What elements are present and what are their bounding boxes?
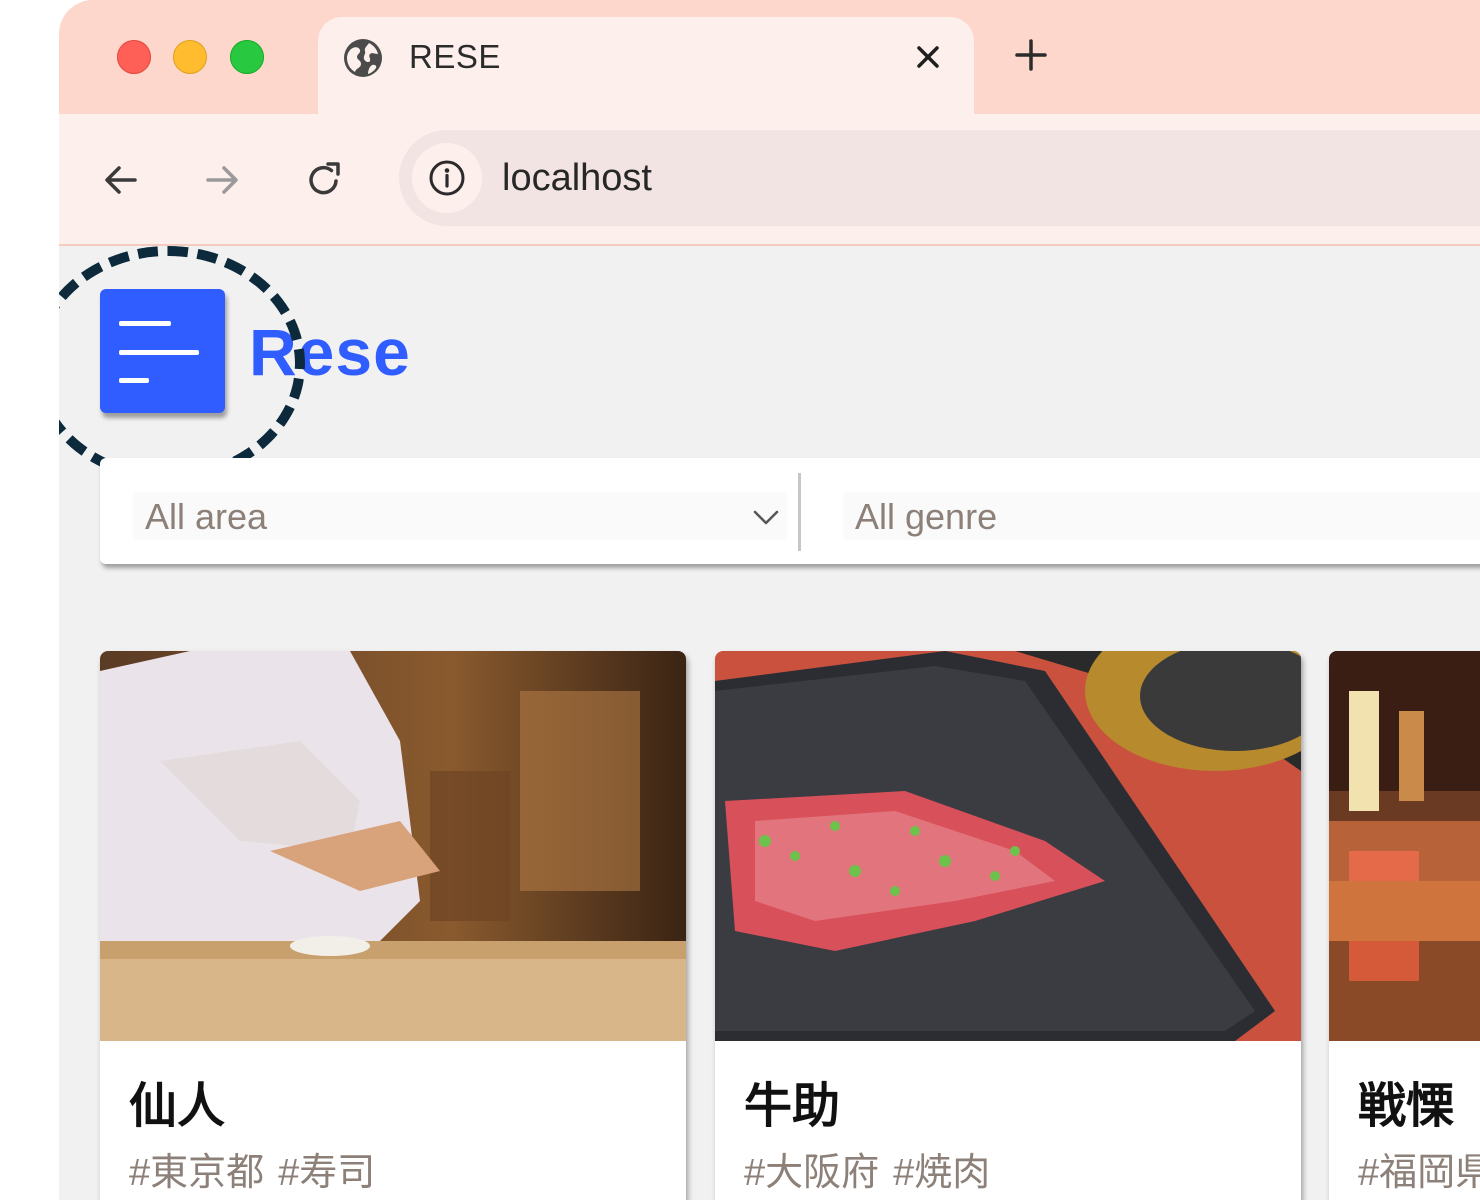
globe-icon — [344, 39, 382, 77]
tab-strip: RESE — [59, 0, 1480, 114]
menu-icon — [119, 321, 171, 326]
area-tag[interactable]: #大阪府 — [744, 1152, 879, 1194]
shop-image — [715, 651, 1301, 1041]
shop-card[interactable]: 戦慄 #福岡県 — [1329, 651, 1480, 1200]
area-select[interactable]: All area — [133, 492, 787, 540]
info-icon — [429, 160, 465, 196]
plus-icon[interactable] — [1014, 38, 1048, 72]
shop-name: 仙人 — [129, 1080, 226, 1133]
minimize-window-button[interactable] — [173, 40, 207, 74]
shop-image — [100, 651, 686, 1041]
back-arrow-icon[interactable] — [101, 160, 141, 200]
shop-image — [1329, 651, 1480, 1041]
filter-divider — [798, 473, 801, 551]
shop-tags: #福岡県 — [1358, 1151, 1480, 1195]
shop-card[interactable]: 仙人 #東京都 #寿司 — [100, 651, 686, 1200]
search-filter-bar: All area All genre — [100, 458, 1480, 564]
shop-card[interactable]: 牛助 #大阪府 #焼肉 — [715, 651, 1301, 1200]
app-logo-text[interactable]: Rese — [249, 312, 411, 392]
browser-tab[interactable]: RESE — [318, 17, 974, 114]
genre-select[interactable]: All genre — [843, 492, 1480, 540]
area-tag[interactable]: #東京都 — [129, 1152, 264, 1194]
shop-tags: #大阪府 #焼肉 — [744, 1151, 990, 1195]
maximize-window-button[interactable] — [230, 40, 264, 74]
close-icon[interactable] — [912, 41, 944, 73]
site-info-button[interactable] — [412, 143, 482, 213]
shop-tags: #東京都 #寿司 — [129, 1151, 375, 1195]
tab-title: RESE — [409, 38, 501, 75]
url-text: localhost — [502, 157, 652, 199]
area-select-value: All area — [145, 496, 268, 537]
shop-name: 戦慄 — [1358, 1080, 1455, 1133]
genre-tag[interactable]: #焼肉 — [893, 1152, 990, 1194]
browser-window: RESE localhost Rese All area All genre 仙… — [59, 0, 1480, 1200]
address-bar[interactable]: localhost — [399, 130, 1480, 226]
chevron-down-icon — [753, 510, 779, 525]
area-tag[interactable]: #福岡県 — [1358, 1152, 1480, 1194]
shop-name: 牛助 — [744, 1080, 841, 1133]
reload-icon[interactable] — [304, 160, 344, 200]
close-window-button[interactable] — [117, 40, 151, 74]
browser-toolbar: localhost — [59, 114, 1480, 246]
forward-arrow-icon[interactable] — [202, 160, 242, 200]
genre-select-value: All genre — [855, 496, 998, 537]
genre-tag[interactable]: #寿司 — [278, 1152, 375, 1194]
menu-button[interactable] — [100, 289, 225, 413]
